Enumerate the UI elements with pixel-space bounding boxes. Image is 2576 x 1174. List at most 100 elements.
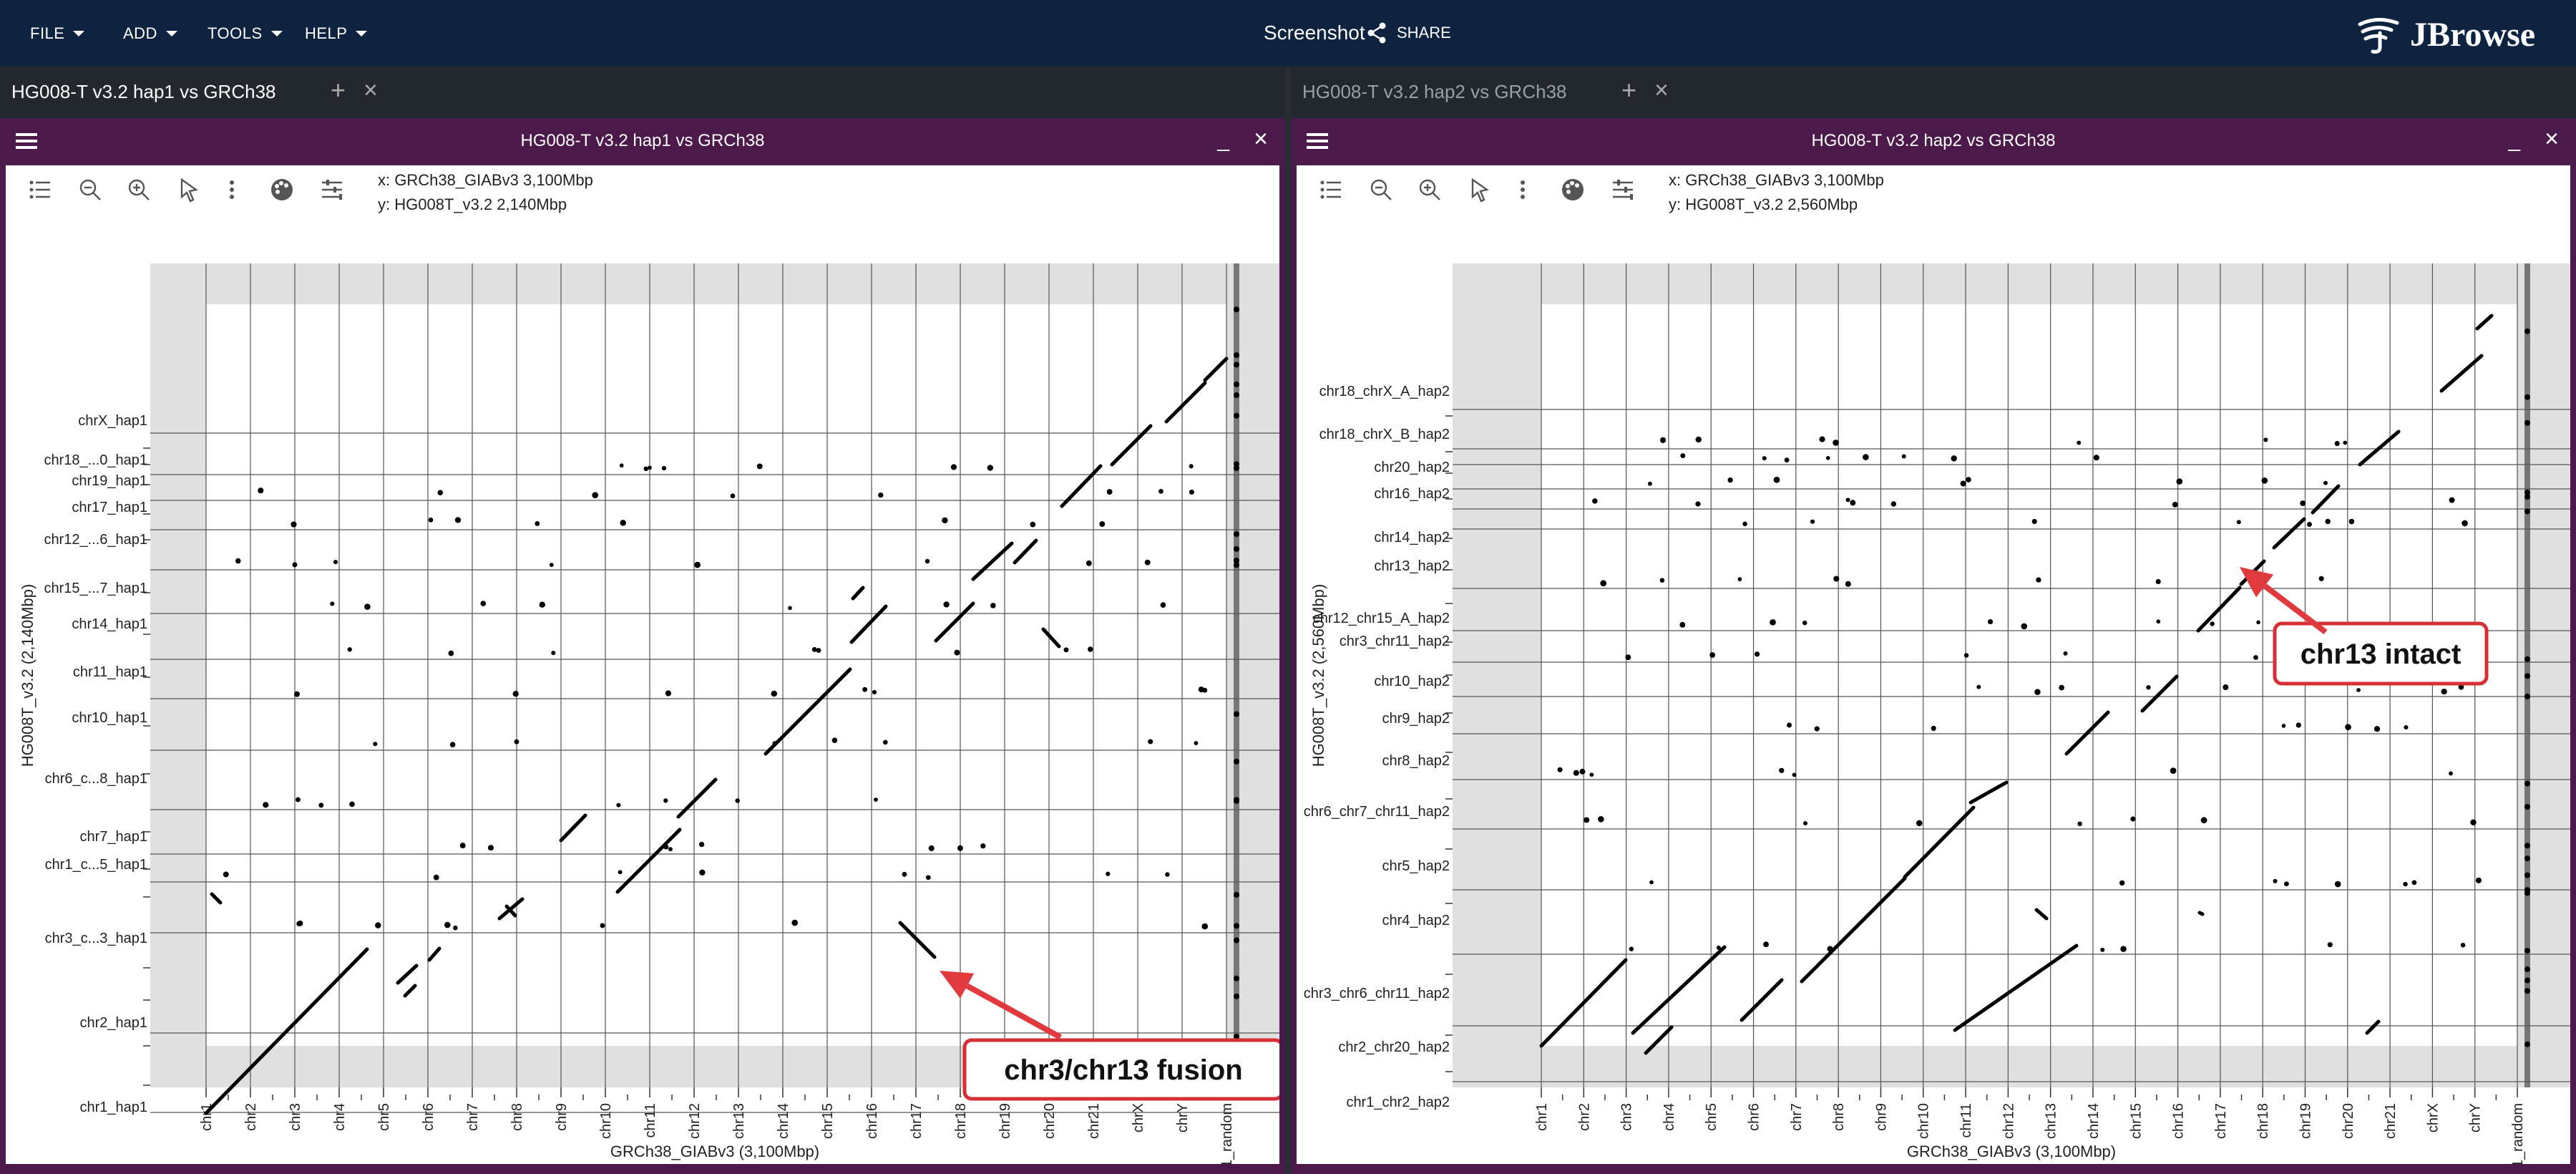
- minimize-icon[interactable]: _: [1217, 128, 1229, 152]
- share-button[interactable]: SHARE: [1367, 17, 1451, 49]
- alignment-dot: [1827, 946, 1833, 952]
- alignment-dot: [453, 925, 458, 931]
- close-icon[interactable]: ×: [2545, 125, 2559, 153]
- alignment-segment: [2197, 911, 2205, 916]
- x-tick-label: chr2: [1576, 1103, 1592, 1131]
- alignment-dot: [480, 601, 487, 606]
- alignment-dot: [296, 797, 301, 802]
- x-tick-label: chr8: [1831, 1103, 1847, 1131]
- alignment-dot: [2253, 655, 2258, 660]
- alignment-dot: [2524, 419, 2530, 426]
- session-title[interactable]: Screenshot: [1264, 21, 1365, 44]
- minimize-icon[interactable]: _: [2508, 128, 2520, 152]
- alignment-dot: [2524, 489, 2530, 495]
- share-icon: [1367, 22, 1386, 44]
- alignment-dot: [2284, 881, 2289, 887]
- x-tick-label: chr7: [1789, 1103, 1805, 1131]
- alignment-dot: [2373, 726, 2381, 732]
- x-tick-label: chr3: [288, 1103, 303, 1131]
- alignment-dot: [950, 464, 957, 470]
- y-tick-label: chr6_chr7_chr11_hap2: [1304, 804, 1450, 820]
- tools-menu[interactable]: TOOLS: [208, 0, 283, 67]
- x-tick-label: chr16: [2171, 1103, 2187, 1139]
- alignment-dot: [1234, 352, 1239, 359]
- panel-divider[interactable]: [1285, 67, 1291, 1174]
- x-axis-title: GRCh38_GIABv3 (3,100Mbp): [1907, 1143, 2116, 1160]
- alignment-dot: [2334, 880, 2341, 888]
- alignment-dot: [487, 845, 494, 851]
- x-axis-title: GRCh38_GIABv3 (3,100Mbp): [610, 1143, 819, 1160]
- alignment-dot: [618, 870, 623, 875]
- file-menu[interactable]: FILE: [30, 0, 85, 67]
- alignment-dot: [1737, 577, 1742, 581]
- alignment-dot: [2176, 478, 2183, 485]
- dotplot-canvas[interactable]: chr1 chr2 chr3 chr4 chr5 chr6 chr7 chr8 chr9 chr1…: [6, 165, 1279, 1164]
- close-icon[interactable]: ×: [1254, 125, 1268, 153]
- alignment-dot: [263, 802, 269, 808]
- view-header[interactable]: HG008-T v3.2 hap2 vs GRCh38 _ ×: [1291, 118, 2576, 165]
- alignment-dot: [1659, 578, 1665, 583]
- alignment-dot: [1030, 521, 1036, 528]
- add-menu[interactable]: ADD: [123, 0, 177, 67]
- y-tick-label: chr2_chr20_hap2: [1338, 1039, 1450, 1055]
- alignment-dot: [1234, 412, 1239, 419]
- tab-strip-right: HG008-T v3.2 hap2 vs GRCh38 + ×: [1291, 67, 2576, 118]
- alignment-dot: [2300, 500, 2306, 506]
- alignment-dot: [1709, 652, 1715, 658]
- x-tick-label: chr17: [2213, 1103, 2229, 1139]
- y-tick-label: chr14_hap2: [1374, 530, 1450, 545]
- alignment-dot: [987, 465, 993, 471]
- y-tick-label: chr3_chr11_hap2: [1340, 634, 1450, 649]
- alignment-dot: [2524, 977, 2530, 984]
- alignment-dot: [1787, 722, 1792, 728]
- alignment-dot: [1647, 481, 1652, 486]
- y-tick-label: chr9_hap2: [1382, 711, 1450, 727]
- alignment-dot: [2307, 522, 2312, 528]
- view-header[interactable]: HG008-T v3.2 hap1 vs GRCh38 _ ×: [0, 118, 1285, 165]
- alignment-dot: [551, 651, 556, 656]
- help-menu[interactable]: HELP: [305, 0, 368, 67]
- tab-hap2[interactable]: HG008-T v3.2 hap2 vs GRCh38: [1302, 81, 1566, 103]
- alignment-dot: [663, 798, 668, 803]
- alignment-dot: [943, 601, 950, 608]
- close-tab-icon[interactable]: ×: [1654, 77, 1669, 105]
- alignment-dot: [1234, 797, 1239, 804]
- alignment-dot: [2077, 440, 2082, 445]
- y-tick-label: chr5_hap2: [1382, 858, 1450, 874]
- alignment-dot: [1189, 464, 1194, 469]
- alignment-dot: [1963, 653, 1969, 658]
- alignment-dot: [872, 689, 877, 695]
- x-tick-label: chrX: [1131, 1103, 1146, 1132]
- x-tick-label: chrY: [1175, 1103, 1191, 1132]
- alignment-dot: [1695, 436, 1702, 443]
- add-tab-icon[interactable]: +: [331, 75, 346, 105]
- alignment-dot: [2077, 821, 2082, 827]
- tab-strip-left: HG008-T v3.2 hap1 vs GRCh38 + ×: [0, 67, 1285, 118]
- alignment-dot: [291, 521, 297, 528]
- alignment-dot: [788, 606, 792, 611]
- close-tab-icon[interactable]: ×: [364, 77, 378, 105]
- x-tick-label: chr4: [332, 1103, 348, 1131]
- alignment-dot: [620, 520, 626, 526]
- alignment-dot: [1597, 816, 1604, 823]
- alignment-dot: [2524, 693, 2530, 699]
- alignment-dot: [1234, 392, 1239, 399]
- alignment-dot: [223, 871, 229, 878]
- y-tick-label: chr2_hap1: [79, 1015, 147, 1031]
- alignment-dot: [1201, 923, 1209, 930]
- alignment-dot: [2256, 620, 2260, 625]
- y-tick-label: chr8_hap2: [1382, 753, 1450, 769]
- x-tick-label: chr5: [1704, 1103, 1719, 1131]
- tab-hap1[interactable]: HG008-T v3.2 hap1 vs GRCh38: [11, 81, 275, 103]
- y-tick-label: chr6_c...8_hap1: [45, 771, 147, 787]
- y-tick-label: chrX_hap1: [78, 413, 147, 429]
- alignment-dot: [2318, 576, 2324, 581]
- add-tab-icon[interactable]: +: [1621, 75, 1636, 105]
- alignment-dot: [2524, 872, 2530, 878]
- alignment-dot: [2296, 722, 2301, 728]
- alignment-dot: [514, 739, 519, 744]
- alignment-dot: [2281, 724, 2286, 728]
- dotplot-canvas[interactable]: chr1 chr2 chr3 chr4 chr5 chr6 chr7 chr8 chr9 chr1…: [1297, 165, 2570, 1164]
- alignment-dot: [1189, 489, 1194, 495]
- alignment-dot: [292, 562, 298, 568]
